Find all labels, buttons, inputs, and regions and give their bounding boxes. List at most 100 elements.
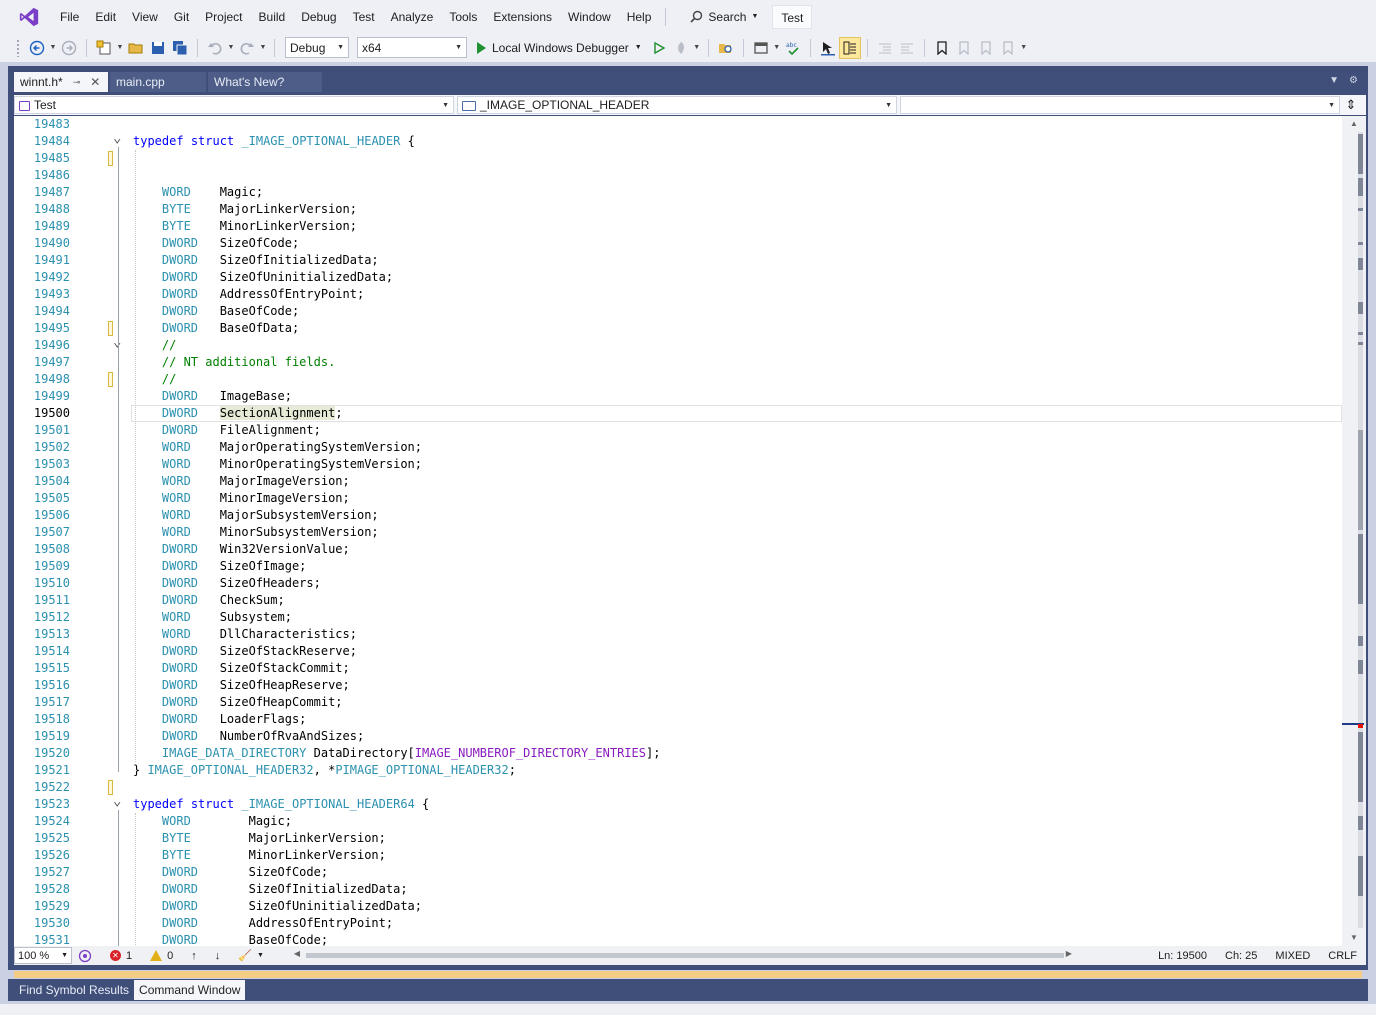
code-line[interactable]: 19500 DWORD SectionAlignment; [14,405,1354,422]
tab-whats-new[interactable]: What's New? [208,72,322,92]
code-line[interactable]: 19530 DWORD AddressOfEntryPoint; [14,915,1354,932]
scroll-right-icon[interactable]: ▶ [1066,949,1072,958]
scope-dropdown[interactable]: _IMAGE_OPTIONAL_HEADER ▼ [457,96,897,114]
whitespace-mode[interactable]: MIXED [1266,950,1319,962]
code-line[interactable]: 19520 IMAGE_DATA_DIRECTORY DataDirectory… [14,745,1354,762]
error-marker[interactable] [1358,724,1363,728]
find-in-files-button[interactable] [715,37,737,59]
code-line[interactable]: 19502 WORD MajorOperatingSystemVersion; [14,439,1354,456]
code-line[interactable]: 19492 DWORD SizeOfUninitializedData; [14,269,1354,286]
increase-indent-button[interactable] [896,37,918,59]
code-line[interactable]: 19514 DWORD SizeOfStackReserve; [14,643,1354,660]
code-line[interactable]: 19508 DWORD Win32VersionValue; [14,541,1354,558]
code-line[interactable]: 19499 DWORD ImageBase; [14,388,1354,405]
navigate-back-button[interactable] [26,37,48,59]
code-line[interactable]: 19526 BYTE MinorLinkerVersion; [14,847,1354,864]
close-icon[interactable]: ✕ [90,75,100,89]
code-line[interactable]: 19489 BYTE MinorLinkerVersion; [14,218,1354,235]
code-line[interactable]: 19524 WORD Magic; [14,813,1354,830]
code-line[interactable]: 19509 DWORD SizeOfImage; [14,558,1354,575]
code-line[interactable]: 19522 [14,779,1354,796]
window-layout-button[interactable] [750,37,772,59]
code-line[interactable]: 19503 WORD MinorOperatingSystemVersion; [14,456,1354,473]
menu-project[interactable]: Project [197,6,250,28]
code-line[interactable]: 19511 DWORD CheckSum; [14,592,1354,609]
code-line[interactable]: 19501 DWORD FileAlignment; [14,422,1354,439]
code-line[interactable]: 19525 BYTE MajorLinkerVersion; [14,830,1354,847]
hot-reload-button[interactable] [670,37,692,59]
code-line[interactable]: 19496 //⌄ [14,334,1354,354]
pin-icon[interactable]: ⊸ [73,77,81,88]
scrollbar-thumb[interactable] [1358,430,1363,530]
redo-button[interactable] [236,37,258,59]
code-line[interactable]: 19495 DWORD BaseOfData; [14,320,1354,337]
error-count[interactable]: ✕ 1 [110,950,132,962]
scroll-down-icon[interactable]: ▼ [1350,933,1358,942]
search-button[interactable]: Search ▼ [682,6,766,28]
code-line[interactable]: 19527 DWORD SizeOfCode; [14,864,1354,881]
next-bookmark-button[interactable] [975,37,997,59]
menu-build[interactable]: Build [251,6,294,28]
code-line[interactable]: 19487 WORD Magic; [14,184,1354,201]
save-button[interactable] [147,37,169,59]
spell-check-button[interactable]: abc [782,37,804,59]
editor-horizontal-scrollbar[interactable]: ◀ ▶ [292,947,1072,964]
code-line[interactable]: 19484 typedef struct _IMAGE_OPTIONAL_HEAD… [14,130,1354,150]
code-line[interactable]: 19483 [14,116,1354,133]
line-indicator[interactable]: Ln: 19500 [1149,950,1216,962]
tab-list-dropdown-icon[interactable]: ▼ [1329,75,1339,86]
chevron-down-icon[interactable]: ▼ [258,37,268,59]
menu-help[interactable]: Help [619,6,660,28]
code-line[interactable]: 19531 DWORD BaseOfCode; [14,932,1354,946]
toggle-line-comment-button[interactable] [817,37,839,59]
menu-tools[interactable]: Tools [441,6,485,28]
code-line[interactable]: 19516 DWORD SizeOfHeapReserve; [14,677,1354,694]
code-line[interactable]: 19523 typedef struct _IMAGE_OPTIONAL_HEAD… [14,793,1354,813]
chevron-down-icon[interactable]: ▼ [692,37,702,59]
code-line[interactable]: 19510 DWORD SizeOfHeaders; [14,575,1354,592]
clear-bookmarks-button[interactable] [997,37,1019,59]
previous-issue-button[interactable]: ↑ [191,950,197,962]
project-dropdown[interactable]: Test ▼ [14,96,454,114]
menu-debug[interactable]: Debug [293,6,344,28]
scrollbar-track[interactable] [1358,132,1363,928]
code-line[interactable]: 19491 DWORD SizeOfInitializedData; [14,252,1354,269]
code-cleanup-button[interactable]: 🧹 ▼ [238,949,264,962]
menu-analyze[interactable]: Analyze [383,6,442,28]
start-without-debugging-button[interactable] [648,37,670,59]
warning-count[interactable]: 0 [150,950,173,962]
code-line[interactable]: 19517 DWORD SizeOfHeapCommit; [14,694,1354,711]
code-line[interactable]: 19518 DWORD LoaderFlags; [14,711,1354,728]
code-line[interactable]: 19507 WORD MinorSubsystemVersion; [14,524,1354,541]
char-indicator[interactable]: Ch: 25 [1216,950,1266,962]
code-line[interactable]: 19486 [14,167,1354,184]
open-file-button[interactable] [125,37,147,59]
code-line[interactable]: 19488 BYTE MajorLinkerVersion; [14,201,1354,218]
menu-edit[interactable]: Edit [87,6,124,28]
code-editor[interactable]: 19483 19484 typedef struct _IMAGE_OPTIONAL… [14,116,1354,946]
toggle-word-wrap-button[interactable] [838,36,861,59]
scroll-up-icon[interactable]: ▲ [1350,119,1358,128]
decrease-indent-button[interactable] [874,37,896,59]
scrollbar-thumb[interactable] [305,953,1064,958]
code-line[interactable]: 19494 DWORD BaseOfCode; [14,303,1354,320]
gear-icon[interactable]: ⚙ [1349,75,1358,86]
code-line[interactable]: 19497 // NT additional fields. [14,354,1354,371]
zoom-select[interactable]: 100 % ▼ [14,947,72,964]
code-line[interactable]: 19498 // [14,371,1354,388]
new-project-button[interactable] [93,37,115,59]
menu-view[interactable]: View [124,6,166,28]
tab-find-symbol-results[interactable]: Find Symbol Results [14,980,134,1000]
visual-studio-logo-icon[interactable] [18,6,40,28]
scroll-left-icon[interactable]: ◀ [294,949,300,958]
menu-extensions[interactable]: Extensions [485,6,560,28]
chevron-down-icon[interactable]: ▼ [115,37,125,59]
tab-winnt-h[interactable]: winnt.h* ⊸ ✕ [14,72,108,92]
navigate-forward-button[interactable] [58,37,80,59]
previous-bookmark-button[interactable] [953,37,975,59]
code-line[interactable]: 19529 DWORD SizeOfUninitializedData; [14,898,1354,915]
chevron-down-icon[interactable]: ▼ [772,37,782,59]
solution-configuration-select[interactable]: Debug ▼ [285,37,349,58]
code-line[interactable]: 19513 WORD DllCharacteristics; [14,626,1354,643]
code-line[interactable]: 19515 DWORD SizeOfStackCommit; [14,660,1354,677]
